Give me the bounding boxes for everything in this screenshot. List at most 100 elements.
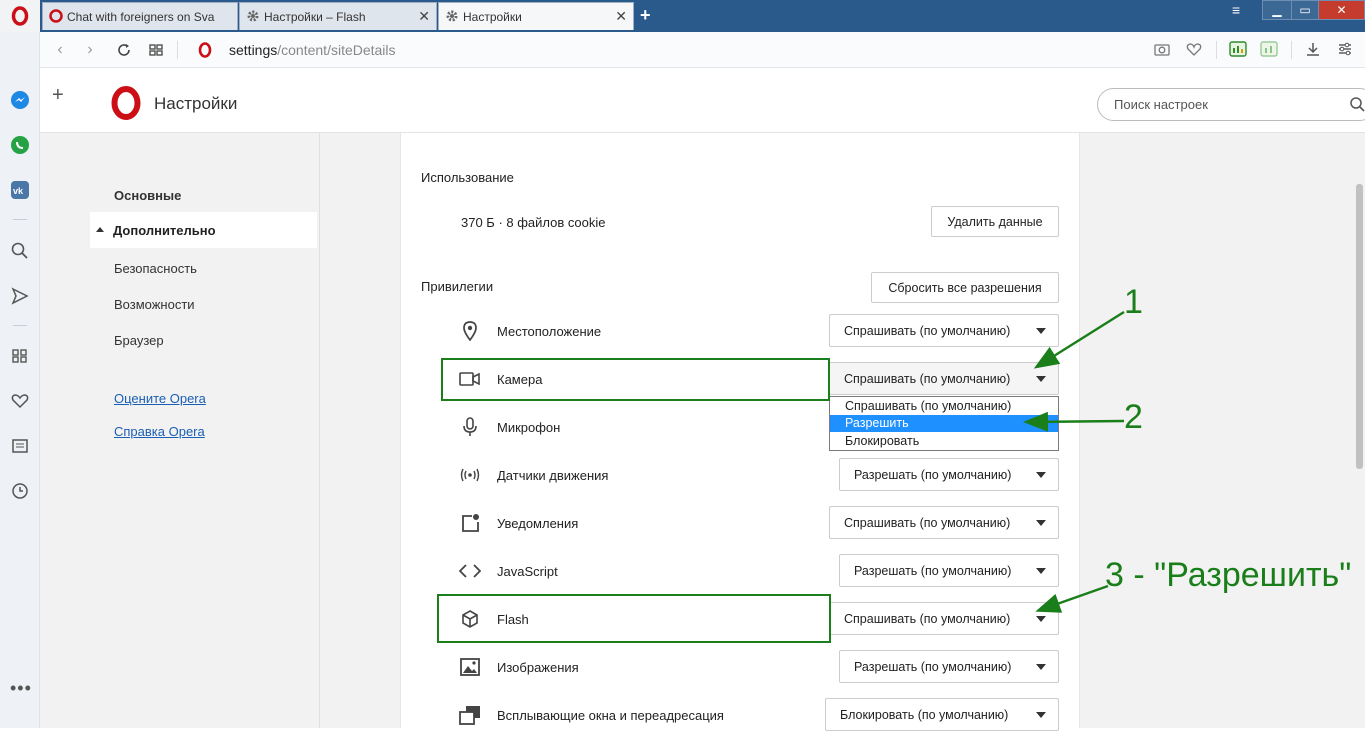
microphone-icon <box>459 416 481 438</box>
messenger-icon[interactable] <box>10 90 30 110</box>
url-scheme: settings <box>229 42 278 58</box>
sidebar-divider <box>13 219 27 220</box>
motion-sensors-icon <box>459 464 481 486</box>
search-icon[interactable] <box>10 241 30 261</box>
nav-browser[interactable]: Браузер <box>114 333 164 348</box>
settings-nav: Основные Дополнительно Безопасность Возм… <box>40 133 320 728</box>
address-divider <box>1216 41 1217 59</box>
address-divider <box>177 41 178 59</box>
search-icon[interactable] <box>1349 96 1365 117</box>
extension-chart-icon[interactable] <box>1260 40 1278 63</box>
url-path: /content/siteDetails <box>277 42 396 58</box>
annotation-3: 3 - "Разрешить" <box>1105 556 1352 594</box>
delete-data-button[interactable]: Удалить данные <box>931 206 1059 237</box>
chevron-down-icon <box>1036 664 1046 670</box>
tab-chat[interactable]: Chat with foreigners on Sva <box>42 2 238 30</box>
annotation-2: 2 <box>1124 398 1143 436</box>
nav-features[interactable]: Возможности <box>114 297 195 312</box>
popups-label: Всплывающие окна и переадресация <box>497 708 724 723</box>
search-placeholder: Поиск настроек <box>1114 97 1208 112</box>
select-value: Блокировать (по умолчанию) <box>840 707 1009 722</box>
search-input[interactable]: Поиск настроек <box>1097 88 1365 121</box>
flash-highlight-box <box>437 594 831 643</box>
select-value: Спрашивать (по умолчанию) <box>844 611 1011 626</box>
popup-icon <box>459 704 481 726</box>
gear-icon <box>246 9 260 23</box>
location-icon <box>459 320 481 342</box>
select-value: Разрешать (по умолчанию) <box>854 467 1012 482</box>
scrollbar-thumb[interactable] <box>1356 184 1363 469</box>
arrow-2 <box>1023 411 1125 432</box>
opera-logo-icon <box>109 86 143 125</box>
history-icon[interactable] <box>10 481 30 501</box>
tab-settings-flash[interactable]: Настройки – Flash ✕ <box>239 2 437 30</box>
motion-sensors-label: Датчики движения <box>497 468 609 483</box>
opera-favicon-icon <box>49 9 63 23</box>
annotation-1: 1 <box>1124 283 1143 321</box>
notifications-icon <box>459 512 481 534</box>
extension-green-icon[interactable] <box>1229 40 1247 63</box>
svg-text:vk: vk <box>13 186 24 196</box>
tabs-grid-icon[interactable] <box>146 40 166 60</box>
address-divider <box>1291 41 1292 59</box>
tab-label: Настройки <box>463 9 522 24</box>
location-label: Местоположение <box>497 324 602 339</box>
notifications-label: Уведомления <box>497 516 579 531</box>
arrow-1 <box>1033 310 1125 369</box>
vk-icon[interactable]: vk <box>10 180 30 200</box>
tab-settings[interactable]: Настройки ✕ <box>438 2 634 30</box>
select-value: Разрешать (по умолчанию) <box>854 563 1012 578</box>
reload-icon[interactable] <box>114 40 134 60</box>
rate-opera-link[interactable]: Оцените Opera <box>114 391 206 406</box>
tab-bar: Chat with foreigners on Sva Настройки – … <box>0 0 1365 32</box>
sidebar: vk ••• <box>0 0 40 728</box>
bookmark-heart-icon[interactable] <box>1186 42 1202 61</box>
javascript-label: JavaScript <box>497 564 558 579</box>
maximize-button[interactable]: ▭ <box>1291 0 1319 20</box>
usage-heading: Использование <box>421 170 514 185</box>
tab-label: Настройки – Flash <box>264 9 366 24</box>
settings-header: + Настройки Поиск настроек <box>40 68 1365 133</box>
heart-icon[interactable] <box>10 391 30 411</box>
address-bar: ‹ › settings/content/siteDetails <box>40 32 1365 68</box>
code-icon <box>459 560 481 582</box>
opera-menu-button[interactable] <box>0 0 40 32</box>
opera-logo-icon <box>11 6 29 26</box>
download-icon[interactable] <box>1305 41 1321 62</box>
more-icon[interactable]: ••• <box>10 678 32 699</box>
sidebar-divider <box>13 325 27 326</box>
opera-help-link[interactable]: Справка Opera <box>114 424 205 439</box>
images-select[interactable]: Разрешать (по умолчанию) <box>839 650 1059 683</box>
nav-security[interactable]: Безопасность <box>114 261 197 276</box>
new-tab-button[interactable]: + <box>640 5 658 25</box>
minimize-button[interactable]: ▁ <box>1262 0 1292 20</box>
easy-setup-icon[interactable] <box>1337 41 1353 62</box>
image-icon <box>459 656 481 678</box>
tab-menu-icon[interactable]: ≡ <box>1232 2 1240 18</box>
news-icon[interactable] <box>10 436 30 456</box>
close-tab-icon[interactable]: ✕ <box>615 8 627 25</box>
arrow-3 <box>1035 584 1109 613</box>
url-field[interactable]: settings/content/siteDetails <box>229 42 396 58</box>
camera-snapshot-icon[interactable] <box>1154 42 1170 61</box>
gear-icon <box>445 9 459 23</box>
tab-label: Chat with foreigners on Sva <box>67 9 215 24</box>
speed-dial-icon[interactable] <box>10 346 30 366</box>
nav-advanced: Дополнительно <box>113 223 216 238</box>
sidebar-add-button[interactable]: + <box>52 84 64 107</box>
forward-icon[interactable]: › <box>80 40 100 60</box>
back-icon[interactable]: ‹ <box>50 40 70 60</box>
whatsapp-icon[interactable] <box>10 135 30 155</box>
opera-site-icon <box>197 41 213 64</box>
permissions-heading: Привилегии <box>421 279 494 294</box>
close-window-button[interactable]: ✕ <box>1318 0 1365 20</box>
images-label: Изображения <box>497 660 579 675</box>
nav-basic[interactable]: Основные <box>114 188 181 203</box>
select-value: Спрашивать (по умолчанию) <box>844 371 1011 386</box>
select-value: Спрашивать (по умолчанию) <box>844 323 1011 338</box>
close-tab-icon[interactable]: ✕ <box>418 8 430 25</box>
microphone-label: Микрофон <box>497 420 561 435</box>
send-icon[interactable] <box>10 286 30 306</box>
nav-advanced-row[interactable]: Дополнительно <box>90 212 317 248</box>
popups-select[interactable]: Блокировать (по умолчанию) <box>825 698 1059 731</box>
